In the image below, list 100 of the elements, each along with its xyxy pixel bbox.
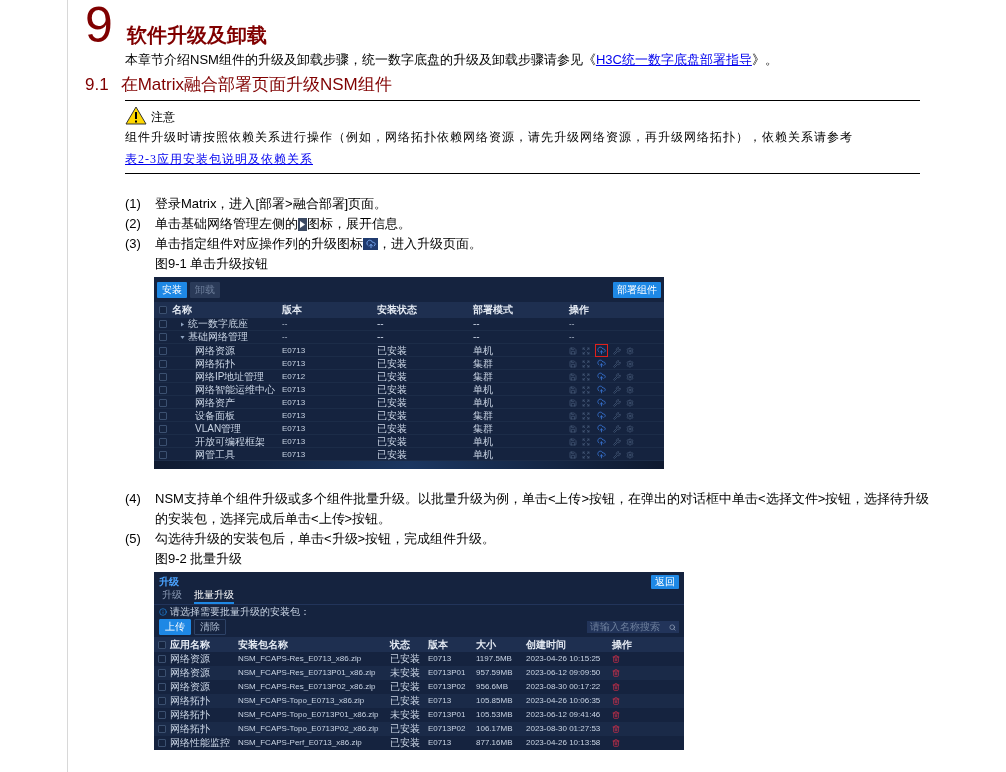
action-button[interactable]: 安装	[157, 282, 187, 298]
checkbox[interactable]	[158, 655, 166, 663]
checkbox[interactable]	[159, 333, 167, 341]
table-cell-text: E0713	[282, 346, 307, 355]
table-cell-text: 网络拓扑	[170, 696, 211, 706]
caret-down-icon[interactable]	[180, 334, 185, 340]
table-cell: 统一数字底座	[188, 319, 248, 329]
dependency-link[interactable]: 表2-3应用安装包说明及依赖关系	[125, 152, 313, 166]
save-icon[interactable]	[569, 424, 577, 433]
upload-button[interactable]: 上传	[159, 619, 191, 635]
table-cell: 网络拓扑	[195, 358, 235, 369]
guide-link[interactable]: H3C统一数字底盘部署指导	[595, 50, 752, 70]
save-icon[interactable]	[569, 359, 577, 368]
checkbox[interactable]	[158, 725, 166, 733]
delete-icon[interactable]	[612, 683, 620, 691]
wrench-icon[interactable]	[613, 411, 621, 420]
upgrade-icon[interactable]	[597, 359, 606, 368]
column-header: 创建时间	[526, 639, 567, 650]
checkbox[interactable]	[159, 359, 167, 368]
table-cell-text: 106.17MB	[476, 725, 514, 733]
save-icon[interactable]	[569, 450, 577, 459]
settings-icon[interactable]	[626, 359, 634, 368]
table-cell-text: 已安装	[390, 696, 421, 706]
wrench-icon[interactable]	[613, 359, 621, 368]
settings-icon[interactable]	[626, 398, 634, 407]
upgrade-icon[interactable]	[597, 437, 606, 446]
table-cell-text: 网络资源	[170, 668, 211, 678]
save-icon[interactable]	[569, 398, 577, 407]
expand-icon[interactable]	[582, 411, 590, 420]
settings-icon[interactable]	[626, 346, 634, 355]
checkbox[interactable]	[158, 697, 166, 705]
wrench-icon[interactable]	[613, 398, 621, 407]
upgrade-icon[interactable]	[597, 372, 606, 381]
expand-icon[interactable]	[582, 424, 590, 433]
wrench-icon[interactable]	[613, 424, 621, 433]
delete-icon[interactable]	[612, 669, 620, 677]
checkbox[interactable]	[159, 372, 167, 381]
checkbox[interactable]	[159, 424, 167, 433]
expand-icon[interactable]	[582, 450, 590, 459]
tab[interactable]: 升级	[162, 589, 182, 604]
settings-icon[interactable]	[626, 437, 634, 446]
save-icon[interactable]	[569, 372, 577, 381]
delete-icon[interactable]	[612, 655, 620, 663]
expand-icon[interactable]	[582, 398, 590, 407]
checkbox[interactable]	[159, 385, 167, 394]
table-cell-text: 已安装	[377, 410, 408, 421]
wrench-icon[interactable]	[613, 437, 621, 446]
checkbox[interactable]	[158, 669, 166, 677]
delete-icon[interactable]	[612, 725, 620, 733]
checkbox[interactable]	[159, 306, 167, 314]
settings-icon[interactable]	[626, 411, 634, 420]
settings-icon[interactable]	[626, 385, 634, 394]
wrench-icon[interactable]	[613, 346, 621, 355]
expand-icon[interactable]	[582, 385, 590, 394]
upgrade-icon[interactable]	[597, 450, 606, 459]
caret-right-icon[interactable]	[180, 321, 185, 327]
checkbox[interactable]	[158, 640, 166, 649]
deploy-button[interactable]: 部署组件	[613, 282, 661, 298]
wrench-icon[interactable]	[613, 385, 621, 394]
tab[interactable]: 批量升级	[194, 589, 234, 604]
table-cell-text: --	[377, 332, 385, 342]
save-icon[interactable]	[569, 411, 577, 420]
step-number: (5)	[125, 530, 142, 548]
expand-icon[interactable]	[582, 359, 590, 368]
expand-icon[interactable]	[582, 372, 590, 381]
upgrade-icon[interactable]	[597, 411, 606, 420]
expand-icon[interactable]	[582, 346, 590, 355]
clear-button[interactable]: 清除	[194, 619, 226, 635]
wrench-icon[interactable]	[613, 372, 621, 381]
search-field[interactable]: 请输入名称搜索	[587, 621, 679, 633]
checkbox[interactable]	[159, 450, 167, 459]
settings-icon[interactable]	[626, 372, 634, 381]
upgrade-icon[interactable]	[597, 398, 606, 407]
wrench-icon[interactable]	[613, 450, 621, 459]
hint-text: 请选择需要批量升级的安装包：	[170, 607, 310, 617]
delete-icon[interactable]	[612, 711, 620, 719]
table-cell-text: --	[282, 320, 289, 328]
checkbox[interactable]	[159, 346, 167, 355]
back-button[interactable]: 返回	[651, 575, 679, 589]
delete-icon[interactable]	[612, 739, 620, 747]
checkbox[interactable]	[159, 320, 167, 328]
save-icon[interactable]	[569, 437, 577, 446]
table-cell: 网管工具	[195, 449, 235, 460]
save-icon[interactable]	[569, 346, 577, 355]
expand-icon[interactable]	[582, 437, 590, 446]
checkbox[interactable]	[158, 711, 166, 719]
checkbox[interactable]	[158, 683, 166, 691]
save-icon[interactable]	[569, 385, 577, 394]
step-text: 图标，展开信息。	[307, 215, 411, 233]
settings-icon[interactable]	[626, 424, 634, 433]
checkbox[interactable]	[159, 398, 167, 407]
checkbox[interactable]	[159, 437, 167, 446]
upgrade-icon[interactable]	[597, 385, 606, 394]
upgrade-icon[interactable]	[597, 424, 606, 433]
delete-icon[interactable]	[612, 697, 620, 705]
upgrade-icon[interactable]	[597, 346, 606, 355]
search-icon[interactable]	[669, 623, 676, 631]
settings-icon[interactable]	[626, 450, 634, 459]
checkbox[interactable]	[159, 411, 167, 420]
checkbox[interactable]	[158, 739, 166, 747]
